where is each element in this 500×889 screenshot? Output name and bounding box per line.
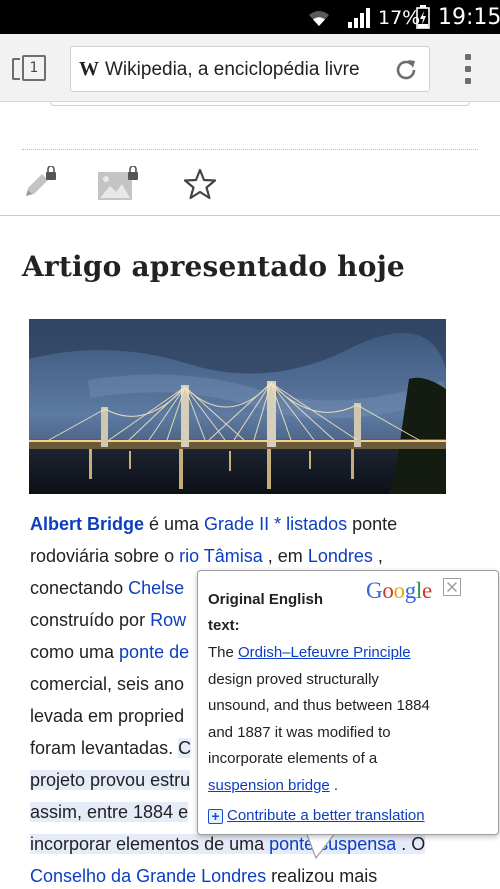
highlighted-text[interactable]: C xyxy=(178,738,192,758)
chelsea-link[interactable]: Chelse xyxy=(128,578,184,598)
grade-ii-link[interactable]: Grade II * listados xyxy=(204,514,347,534)
highlighted-text[interactable]: incorporar elementos de uma xyxy=(30,834,270,854)
translation-popup: Original English text: Google The Ordish… xyxy=(197,570,499,835)
popup-line: incorporate elements of a xyxy=(208,750,378,767)
article-title-link[interactable]: Albert Bridge xyxy=(30,514,144,534)
wikipedia-favicon-icon: W xyxy=(79,58,99,80)
highlighted-text[interactable]: . O xyxy=(396,834,426,854)
article-text-span: é uma xyxy=(144,514,205,534)
google-logo: Google xyxy=(366,578,432,603)
rio-tamisa-link[interactable]: rio Tâmisa xyxy=(179,546,263,566)
article-text-span: ponte xyxy=(347,514,398,534)
popup-line: and 1887 it was modified to xyxy=(208,723,391,741)
article-text-span: como uma xyxy=(30,642,120,662)
suspension-bridge-link[interactable]: suspension bridge xyxy=(208,777,330,794)
battery-percent: 17% xyxy=(378,7,421,29)
close-icon[interactable] xyxy=(443,578,461,596)
londres-link[interactable]: Londres xyxy=(308,546,373,566)
highlighted-text[interactable]: projeto provou estru xyxy=(30,770,191,790)
contribute-translation[interactable]: + Contribute a better translation xyxy=(208,807,425,824)
signal-icon xyxy=(348,8,370,28)
article-text-span: realizou mais xyxy=(266,866,378,886)
section-title: Artigo apresentado hoje xyxy=(22,250,405,283)
tabs-icon-back xyxy=(12,58,20,80)
article-text-span: levada em propried xyxy=(30,706,185,726)
article-line: rodoviária sobre o rio Tâmisa , em Londr… xyxy=(30,540,480,572)
search-box-edge xyxy=(50,102,470,106)
overflow-menu-icon[interactable] xyxy=(458,52,478,86)
upload-image-locked-icon[interactable] xyxy=(96,166,140,202)
article-line: Albert Bridge é uma Grade II * listados … xyxy=(30,508,480,540)
article-text-span: comercial, seis ano xyxy=(30,674,185,694)
article-text-span: foram levantadas. xyxy=(30,738,179,758)
rowland-link[interactable]: Row xyxy=(150,610,186,630)
albert-bridge-photo[interactable] xyxy=(29,319,446,494)
popup-heading: Original English text: xyxy=(208,591,324,634)
ordish-lefeuvre-link[interactable]: Ordish–Lefeuvre Principle xyxy=(238,644,411,661)
popup-tail xyxy=(305,832,337,860)
section-divider xyxy=(0,215,500,216)
battery-charging-icon xyxy=(416,5,430,29)
article-line: Conselho da Grande Londres realizou mais xyxy=(30,860,480,889)
highlighted-text[interactable]: assim, entre 1884 e xyxy=(30,802,189,822)
article-text-span: , em xyxy=(262,546,308,566)
popup-line: design proved structurally xyxy=(208,670,379,688)
conselho-grande-londres-link[interactable]: Conselho da Grande Londres xyxy=(30,866,266,886)
popup-line: The Ordish–Lefeuvre Principle xyxy=(208,640,493,667)
tabs-icon[interactable]: 1 xyxy=(12,55,48,83)
tab-count: 1 xyxy=(22,55,46,81)
status-bar: 17% 19:15 xyxy=(0,0,500,34)
contribute-translation-link[interactable]: Contribute a better translation xyxy=(227,807,425,824)
reload-icon[interactable] xyxy=(393,57,419,83)
popup-text-span: . xyxy=(329,776,339,794)
plus-icon[interactable]: + xyxy=(208,809,223,824)
url-text[interactable]: Wikipedia, a enciclopédia livre xyxy=(105,59,360,81)
browser-toolbar: 1 W Wikipedia, a enciclopédia livre xyxy=(0,34,500,102)
ponte-link[interactable]: ponte de xyxy=(119,642,189,662)
article-text-span: construído por xyxy=(30,610,151,630)
original-text: The Ordish–Lefeuvre Principle design pro… xyxy=(208,640,493,799)
article-text-span: conectando xyxy=(30,578,129,598)
divider xyxy=(22,149,478,150)
popup-line: unsound, and thus between 1884 xyxy=(208,697,430,714)
article-text-span: rodoviária sobre o xyxy=(30,546,180,566)
article-text-span: , xyxy=(372,546,383,566)
wifi-icon xyxy=(309,11,329,26)
edit-locked-icon[interactable] xyxy=(22,166,58,202)
popup-line: suspension bridge . xyxy=(208,773,493,800)
address-bar[interactable]: W Wikipedia, a enciclopédia livre xyxy=(70,46,430,92)
watch-star-icon[interactable] xyxy=(182,166,218,202)
popup-text-span: The xyxy=(208,644,239,661)
clock: 19:15 xyxy=(438,5,500,30)
